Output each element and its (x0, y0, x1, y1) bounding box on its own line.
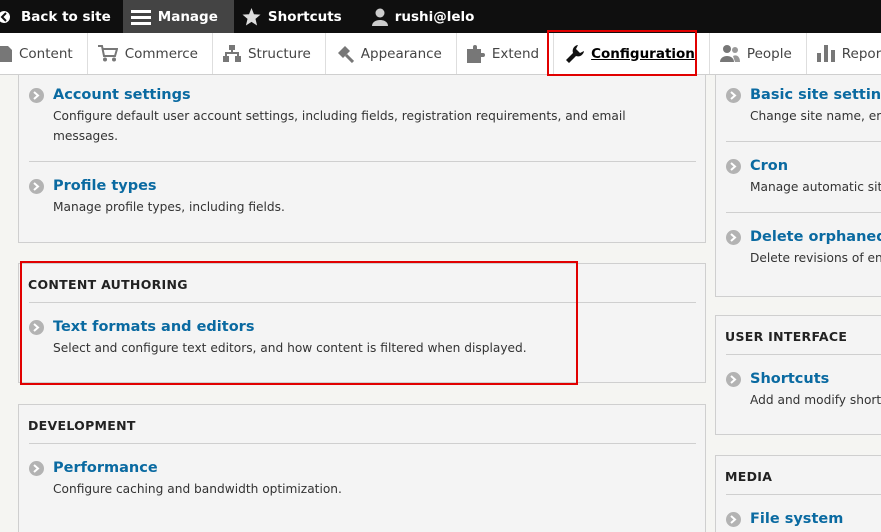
user-interface-panel: USER INTERFACE Shortcuts Add and modify … (715, 315, 881, 435)
divider (726, 354, 881, 355)
tray-item-label: Content (19, 45, 73, 62)
system-panel: Basic site settings Change site name, em… (715, 75, 881, 297)
entry-description: Manage automatic site (750, 180, 881, 194)
user-icon (371, 8, 388, 26)
chevron-right-icon (726, 229, 741, 245)
admin-toolbar: Back to site Manage Shortcuts rushi@lelo (0, 0, 881, 33)
list-item: Account settings Configure default user … (29, 87, 626, 146)
back-to-site-link[interactable]: Back to site (0, 0, 123, 33)
entry-title: File system (750, 511, 844, 527)
sitemap-icon (222, 45, 241, 62)
highlight-content-authoring (20, 261, 578, 385)
entry-description: Change site name, em (750, 109, 881, 123)
admin-tray: Content Commerce Structure Appearance Ex… (0, 33, 881, 75)
highlight-configuration (547, 30, 697, 76)
tray-item-label: Extend (491, 45, 540, 62)
entry-description: Manage profile types, including fields. (53, 200, 285, 214)
tray-item-label: Appearance (360, 45, 442, 62)
tray-item-label: Structure (247, 45, 311, 62)
chevron-right-icon (726, 158, 741, 174)
tray-item-reports[interactable]: Reports (807, 33, 881, 74)
list-item: Cron Manage automatic site (726, 158, 881, 197)
entry-title: Performance (53, 460, 158, 476)
list-item: Delete orphaned c Delete revisions of en… (726, 229, 881, 268)
back-arrow-icon (0, 10, 10, 23)
entry-description: Configure default user account settings,… (53, 109, 626, 143)
section-heading: USER INTERFACE (725, 329, 848, 344)
performance-link[interactable]: Performance (29, 460, 342, 476)
list-item: Profile types Manage profile types, incl… (29, 178, 285, 217)
user-tab[interactable]: rushi@lelo (354, 0, 487, 33)
basic-site-settings-link[interactable]: Basic site settings (726, 87, 881, 103)
tray-item-appearance[interactable]: Appearance (326, 33, 457, 74)
manage-tab[interactable]: Manage (122, 0, 234, 33)
entry-description: Delete revisions of ent (750, 251, 881, 265)
people-panel: Account settings Configure default user … (18, 75, 706, 243)
chevron-right-icon (726, 87, 741, 103)
section-heading: DEVELOPMENT (28, 418, 136, 433)
divider (726, 494, 881, 495)
page-icon (0, 45, 12, 62)
account-settings-link[interactable]: Account settings (29, 87, 626, 103)
cron-link[interactable]: Cron (726, 158, 881, 174)
paintbrush-icon (337, 45, 354, 63)
hamburger-icon (130, 9, 151, 25)
divider (29, 443, 696, 444)
shortcuts-link[interactable]: Shortcuts (726, 371, 881, 387)
entry-description: Add and modify short (750, 393, 881, 407)
entry-description: Configure caching and bandwidth optimiza… (53, 482, 342, 496)
list-item: Performance Configure caching and bandwi… (29, 460, 342, 499)
tray-item-extend[interactable]: Extend (457, 33, 555, 74)
tray-item-structure[interactable]: Structure (213, 33, 326, 74)
manage-label: Manage (157, 8, 218, 25)
shortcuts-label: Shortcuts (267, 8, 342, 25)
tray-item-people[interactable]: People (710, 33, 807, 74)
chevron-right-icon (29, 87, 44, 103)
chevron-right-icon (726, 511, 741, 527)
entry-title: Account settings (53, 87, 191, 103)
list-item: Basic site settings Change site name, em (726, 87, 881, 126)
media-panel: MEDIA File system (715, 455, 881, 532)
delete-orphaned-link[interactable]: Delete orphaned c (726, 229, 881, 245)
list-item: File system (726, 511, 843, 527)
user-label: rushi@lelo (394, 8, 475, 25)
entry-title: Basic site settings (750, 87, 881, 103)
tray-item-label: Reports (841, 45, 881, 62)
tray-item-label: Commerce (124, 45, 198, 62)
chevron-right-icon (29, 460, 44, 476)
entry-title: Profile types (53, 178, 157, 194)
back-to-site-label: Back to site (21, 8, 111, 25)
entry-title: Delete orphaned c (750, 229, 881, 245)
file-system-link[interactable]: File system (726, 511, 843, 527)
people-icon (719, 45, 740, 62)
entry-title: Cron (750, 158, 789, 174)
divider (29, 161, 696, 162)
chevron-right-icon (726, 371, 741, 387)
entry-title: Shortcuts (750, 371, 830, 387)
star-icon (242, 7, 261, 26)
puzzle-icon (466, 44, 485, 63)
section-heading: MEDIA (725, 469, 773, 484)
shortcuts-tab[interactable]: Shortcuts (234, 0, 354, 33)
profile-types-link[interactable]: Profile types (29, 178, 285, 194)
tray-item-label: People (746, 45, 792, 62)
tray-item-content[interactable]: Content (0, 33, 88, 74)
chevron-right-icon (29, 178, 44, 194)
list-item: Shortcuts Add and modify short (726, 371, 881, 410)
development-panel: DEVELOPMENT Performance Configure cachin… (18, 404, 706, 532)
bar-chart-icon (816, 45, 835, 62)
divider (726, 141, 881, 142)
cart-icon (97, 45, 118, 62)
tray-item-commerce[interactable]: Commerce (88, 33, 213, 74)
divider (726, 212, 881, 213)
